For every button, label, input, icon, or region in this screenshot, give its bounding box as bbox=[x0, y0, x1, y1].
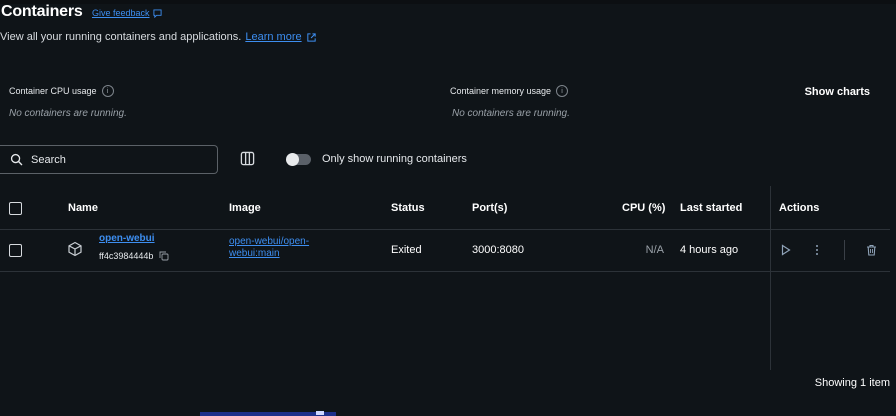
container-status: Exited bbox=[391, 244, 422, 256]
feedback-icon bbox=[152, 8, 162, 18]
container-ports: 3000:8080 bbox=[472, 244, 524, 256]
search-icon bbox=[10, 153, 23, 166]
running-only-toggle[interactable] bbox=[286, 153, 311, 166]
container-id: ff4c3984444b bbox=[99, 251, 169, 261]
cpu-usage-label: Container CPU usage i bbox=[9, 85, 114, 97]
row-divider bbox=[0, 271, 890, 272]
cpu-usage-label-text: Container CPU usage bbox=[9, 86, 97, 96]
trash-icon[interactable] bbox=[866, 244, 877, 256]
external-link-icon bbox=[306, 32, 316, 42]
search-input[interactable] bbox=[31, 153, 191, 166]
actions-column-divider bbox=[770, 186, 771, 370]
running-only-label: Only show running containers bbox=[322, 153, 467, 165]
cpu-info-icon[interactable]: i bbox=[101, 85, 114, 97]
copy-icon[interactable] bbox=[159, 251, 169, 261]
container-image-link[interactable]: open-webui/open-webui:main bbox=[229, 236, 339, 260]
columns-icon[interactable] bbox=[240, 151, 255, 166]
header-divider bbox=[0, 229, 890, 230]
cube-icon bbox=[68, 241, 82, 257]
taskbar-indicator bbox=[316, 411, 324, 415]
play-icon[interactable] bbox=[781, 244, 791, 256]
header-last-started[interactable]: Last started bbox=[680, 202, 742, 214]
container-cpu: N/A bbox=[645, 244, 664, 256]
memory-usage-label: Container memory usage i bbox=[450, 85, 569, 97]
window-top-bar bbox=[0, 0, 896, 4]
learn-more-link[interactable]: Learn more bbox=[245, 31, 301, 43]
header-actions: Actions bbox=[779, 202, 820, 214]
actions-separator bbox=[844, 240, 845, 260]
toggle-knob bbox=[286, 153, 299, 166]
header-image[interactable]: Image bbox=[229, 202, 261, 214]
cpu-usage-value: No containers are running. bbox=[9, 108, 127, 119]
page-title: Containers bbox=[1, 3, 83, 20]
give-feedback-label: Give feedback bbox=[92, 8, 150, 18]
show-charts-button[interactable]: Show charts bbox=[805, 86, 870, 98]
container-last-started: 4 hours ago bbox=[680, 244, 739, 256]
search-box[interactable] bbox=[0, 145, 218, 174]
page-subtitle: View all your running containers and app… bbox=[0, 31, 317, 43]
memory-usage-label-text: Container memory usage bbox=[450, 86, 552, 96]
header-name[interactable]: Name bbox=[68, 202, 98, 214]
select-all-checkbox[interactable] bbox=[9, 202, 22, 215]
container-id-text: ff4c3984444b bbox=[99, 251, 154, 261]
memory-info-icon[interactable]: i bbox=[556, 85, 569, 97]
item-count: Showing 1 item bbox=[814, 377, 890, 389]
give-feedback-link[interactable]: Give feedback bbox=[92, 8, 162, 18]
row-checkbox[interactable] bbox=[9, 244, 22, 257]
header-cpu[interactable]: CPU (%) bbox=[622, 202, 665, 214]
page-subtitle-text: View all your running containers and app… bbox=[0, 31, 242, 43]
header-ports[interactable]: Port(s) bbox=[472, 202, 507, 214]
container-name-link[interactable]: open-webui bbox=[99, 233, 169, 245]
memory-usage-value: No containers are running. bbox=[452, 108, 570, 119]
more-vertical-icon[interactable] bbox=[815, 244, 819, 256]
header-status[interactable]: Status bbox=[391, 202, 425, 214]
